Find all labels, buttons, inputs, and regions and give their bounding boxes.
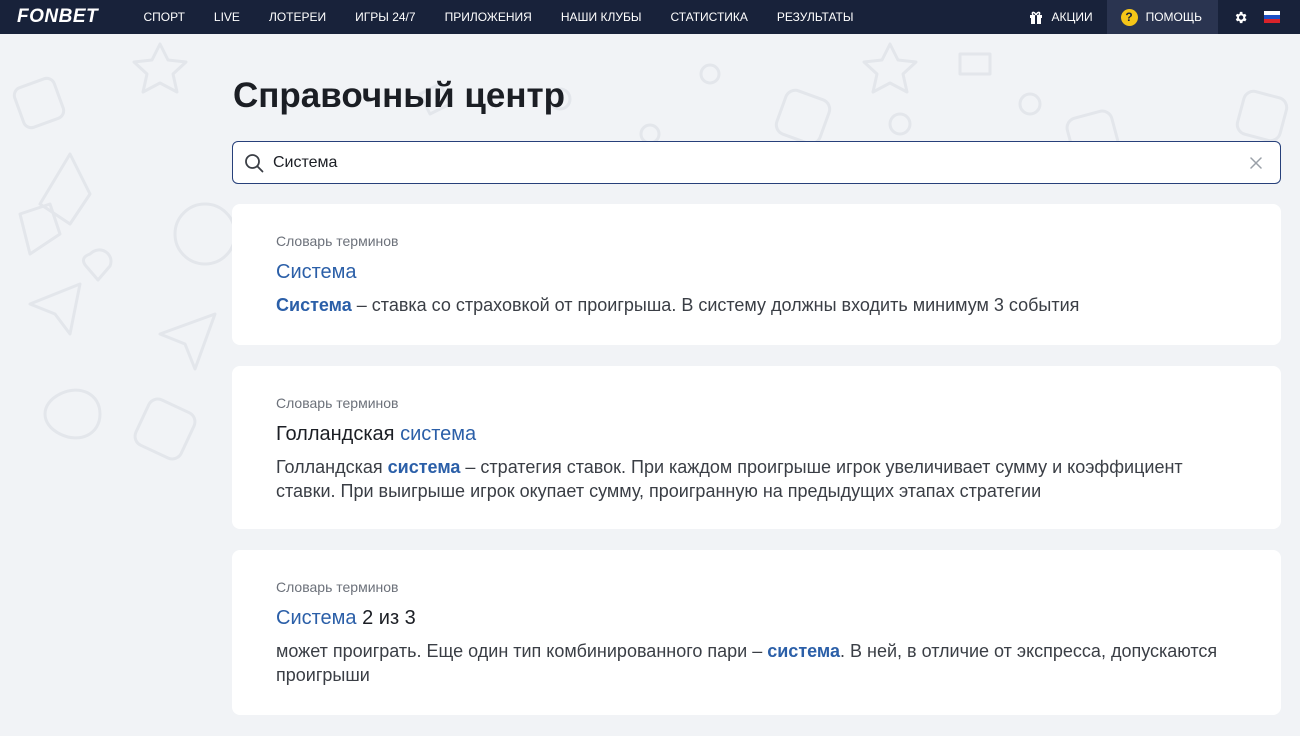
language-flag-ru[interactable]: [1264, 11, 1280, 23]
search-result-card: Словарь терминов Система 2 из 3 может пр…: [232, 550, 1281, 715]
nav-item-live[interactable]: LIVE: [199, 0, 254, 34]
result-snippet: может проиграть. Еще один тип комбиниров…: [276, 639, 1237, 687]
search-icon: [243, 152, 265, 174]
snippet-highlight: Система: [276, 295, 352, 315]
search-input[interactable]: [273, 142, 1244, 183]
promotions-button[interactable]: АКЦИИ: [1017, 0, 1106, 34]
top-navigation-bar: FONBET СПОРТ LIVE ЛОТЕРЕИ ИГРЫ 24/7 ПРИЛ…: [0, 0, 1300, 34]
help-label: ПОМОЩЬ: [1145, 10, 1202, 24]
search-result-card: Словарь терминов Система Система – ставк…: [232, 204, 1281, 345]
settings-button[interactable]: [1218, 0, 1262, 34]
result-snippet: Система – ставка со страховкой от проигр…: [276, 293, 1237, 317]
result-category: Словарь терминов: [276, 395, 399, 411]
help-button[interactable]: ? ПОМОЩЬ: [1106, 0, 1218, 34]
result-category: Словарь терминов: [276, 233, 399, 249]
main-nav: СПОРТ LIVE ЛОТЕРЕИ ИГРЫ 24/7 ПРИЛОЖЕНИЯ …: [129, 0, 868, 34]
title-text: Голландская: [276, 423, 401, 445]
result-title-link[interactable]: Система: [276, 259, 1237, 285]
page-title: Справочный центр: [233, 76, 566, 115]
result-category: Словарь терминов: [276, 579, 399, 595]
nav-item-games-24-7[interactable]: ИГРЫ 24/7: [341, 0, 430, 34]
nav-item-statistics[interactable]: СТАТИСТИКА: [656, 0, 762, 34]
snippet-text: может проиграть. Еще один тип комбиниров…: [276, 641, 768, 661]
nav-item-our-clubs[interactable]: НАШИ КЛУБЫ: [546, 0, 656, 34]
snippet-text: Голландская: [276, 457, 388, 477]
result-snippet: Голландская система – стратегия ставок. …: [276, 455, 1237, 503]
gift-icon: [1030, 11, 1043, 24]
snippet-highlight: система: [387, 457, 461, 477]
result-title-link[interactable]: Система 2 из 3: [276, 605, 1237, 631]
fonbet-logo[interactable]: FONBET: [17, 6, 129, 28]
snippet-text: – ставка со страховкой от проигрыша. В с…: [351, 295, 1080, 315]
promotions-label: АКЦИИ: [1051, 10, 1093, 24]
gear-icon: [1235, 11, 1246, 23]
nav-item-sport[interactable]: СПОРТ: [129, 0, 199, 34]
title-text: 2 из 3: [356, 607, 416, 629]
search-box: [232, 141, 1281, 184]
title-highlight: система: [400, 423, 477, 445]
search-result-card: Словарь терминов Голландская система Гол…: [232, 366, 1281, 529]
nav-item-apps[interactable]: ПРИЛОЖЕНИЯ: [430, 0, 546, 34]
snippet-highlight: система: [767, 641, 840, 661]
help-question-icon: ?: [1120, 8, 1138, 26]
result-title-link[interactable]: Голландская система: [276, 421, 1237, 447]
title-highlight: Система: [276, 261, 357, 283]
close-icon[interactable]: [1244, 151, 1268, 175]
nav-item-results[interactable]: РЕЗУЛЬТАТЫ: [762, 0, 868, 34]
title-highlight: Система: [276, 607, 357, 629]
header-actions: АКЦИИ ? ПОМОЩЬ: [1017, 0, 1300, 34]
nav-item-lotteries[interactable]: ЛОТЕРЕИ: [254, 0, 340, 34]
